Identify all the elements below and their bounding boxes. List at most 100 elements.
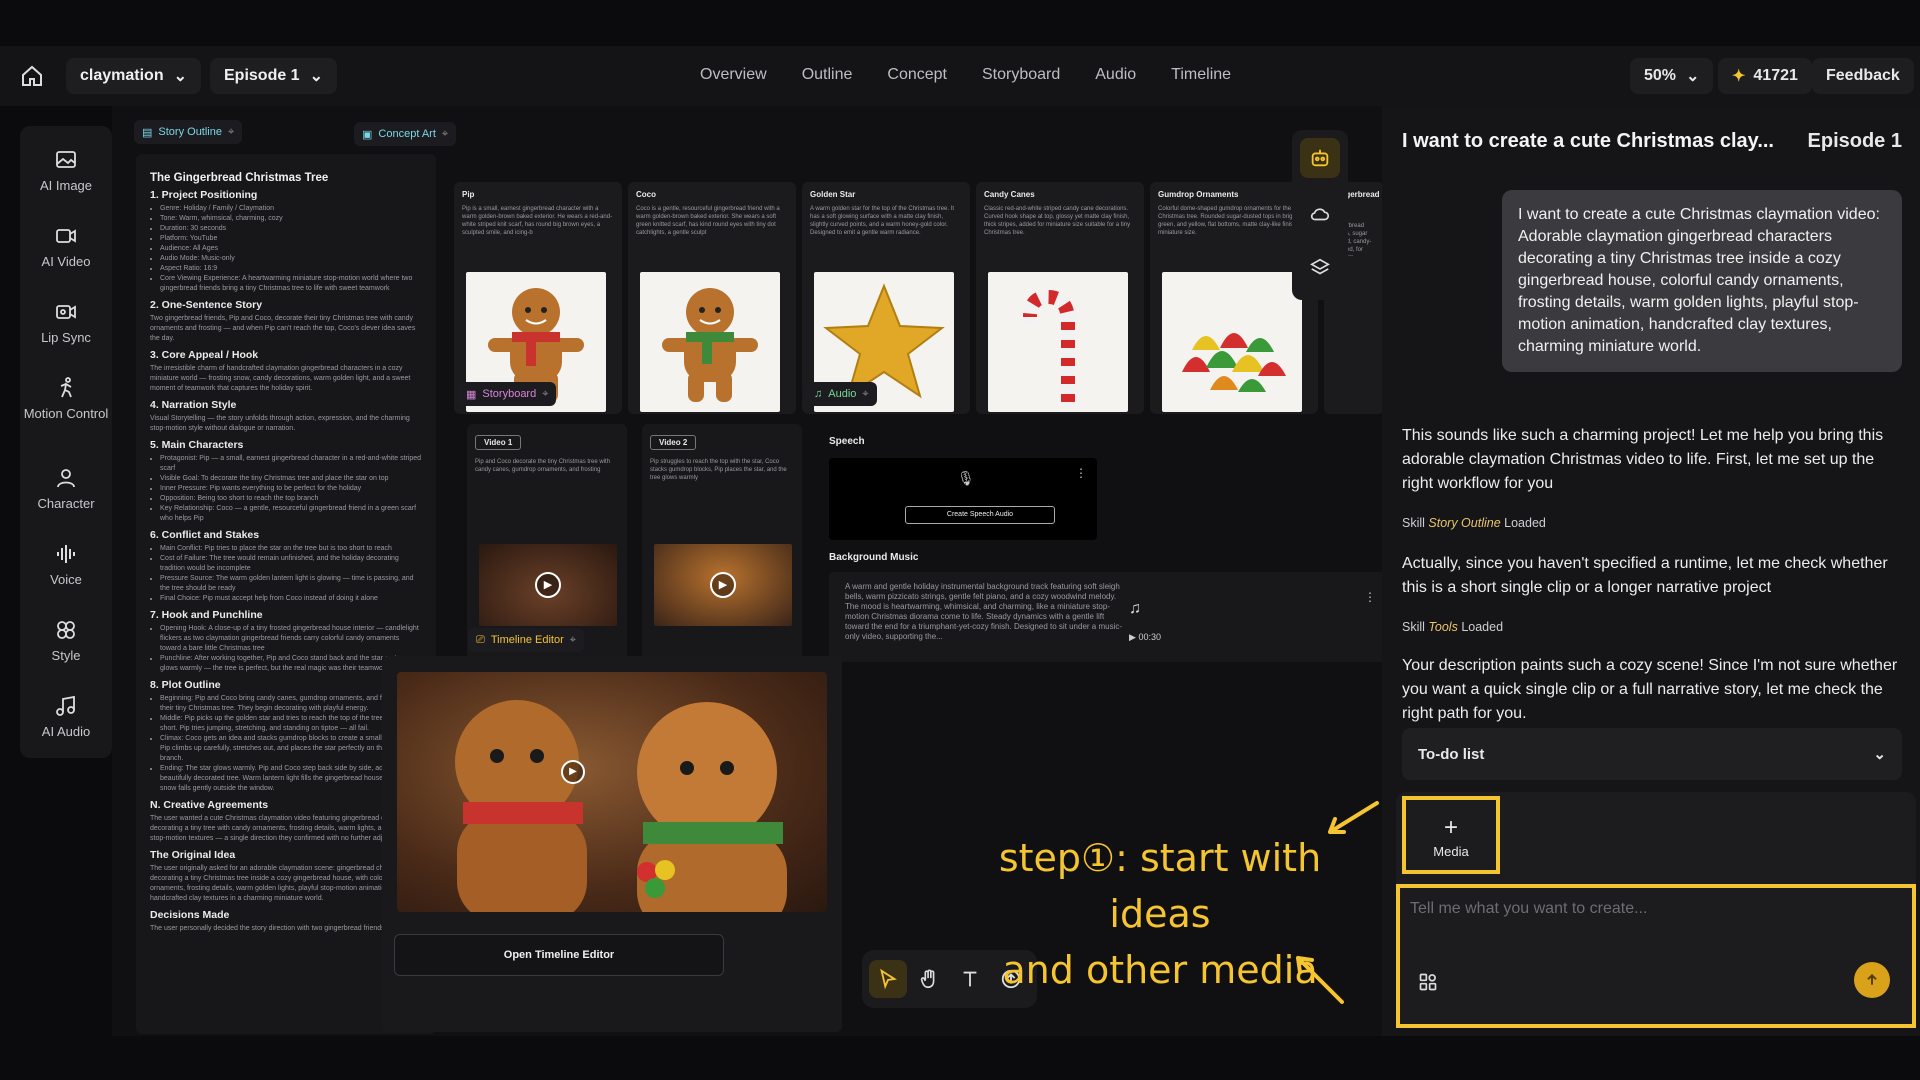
bgm-box[interactable]: A warm and gentle holiday instrumental b…	[829, 572, 1382, 662]
concept-card-golden-star[interactable]: Golden Star A warm golden star for the t…	[802, 182, 970, 414]
tool-voice[interactable]: Voice	[20, 542, 112, 587]
main-nav: Overview Outline Concept Storyboard Audi…	[700, 66, 1231, 84]
skill-name[interactable]: Story Outline	[1428, 516, 1500, 530]
video-desc: Pip and Coco decorate the tiny Christmas…	[475, 459, 611, 473]
concept-art-tag[interactable]: ▣ Concept Art ⌖	[354, 122, 457, 146]
send-button[interactable]	[1854, 962, 1890, 998]
card-desc: A warm golden star for the top of the Ch…	[810, 206, 955, 236]
candy-cane-image	[988, 272, 1128, 412]
assistant-message: This sounds like such a charming project…	[1402, 427, 1884, 492]
video-card-2[interactable]: Video 2 Pip struggles to reach the top w…	[642, 424, 802, 664]
hand-tool[interactable]	[910, 960, 948, 998]
motion-control-icon	[60, 377, 72, 398]
sparkle-icon: ✦	[1732, 68, 1746, 85]
outline-text: Visual Storytelling — the story unfolds …	[150, 415, 410, 432]
concept-card-pip[interactable]: Pip Pip is a small, earnest gingerbread …	[454, 182, 622, 414]
style-icon	[57, 621, 75, 639]
chevron-down-icon: ⌄	[309, 68, 323, 85]
audio-tag[interactable]: ♫ Audio ⌖	[806, 382, 877, 406]
concept-card-candy-canes[interactable]: Candy Canes Classic red-and-white stripe…	[976, 182, 1144, 414]
chevron-down-icon: ⌄	[1686, 68, 1700, 85]
pin-icon[interactable]: ⌖	[542, 388, 548, 401]
mic-icon: 🎙︎	[957, 470, 975, 486]
tool-ai-audio[interactable]: AI Audio	[20, 694, 112, 739]
select-tool[interactable]	[869, 960, 908, 998]
chat-input-area: + Media	[1396, 792, 1916, 1028]
pin-icon[interactable]: ⌖	[862, 388, 868, 401]
story-outline-tag[interactable]: ▤ Story Outline ⌖	[134, 120, 243, 144]
assistant-message: Your description paints such a cozy scen…	[1402, 657, 1898, 722]
hand-icon	[920, 969, 935, 989]
tool-label: Character	[37, 496, 95, 511]
episode-dropdown[interactable]: Episode 1 ⌄	[210, 58, 337, 94]
tool-label: Motion Control	[23, 406, 109, 421]
agent-button[interactable]	[1300, 138, 1340, 178]
more-icon[interactable]: ⋮	[1364, 590, 1376, 604]
nav-storyboard[interactable]: Storyboard	[982, 66, 1060, 84]
project-dropdown[interactable]: claymation ⌄	[66, 58, 201, 94]
pin-icon[interactable]: ⌖	[228, 126, 234, 139]
create-speech-audio-button[interactable]: Create Speech Audio	[905, 506, 1055, 524]
concept-icon: ▣	[362, 128, 373, 141]
skill-status: Skill Story Outline Loaded	[1402, 516, 1546, 530]
feedback-button[interactable]: Feedback	[1812, 58, 1914, 94]
cloud-button[interactable]	[1300, 194, 1340, 234]
tool-label: Style	[51, 648, 81, 663]
music-note-icon: ♫	[1129, 600, 1141, 617]
tool-style[interactable]: Style	[20, 618, 112, 663]
card-desc: Coco is a gentle, resourceful gingerbrea…	[636, 206, 780, 236]
outline-heading: 1. Project Positioning	[150, 189, 258, 201]
skill-suffix: Loaded	[1461, 620, 1504, 634]
play-icon[interactable]: ▶	[535, 572, 561, 598]
card-title: Candy Canes	[984, 190, 1035, 199]
storyboard-tag[interactable]: ▦ Storyboard ⌖	[458, 382, 557, 406]
zoom-dropdown[interactable]: 50% ⌄	[1630, 58, 1714, 94]
skill-suffix: Loaded	[1504, 516, 1546, 530]
tag-label: Concept Art	[378, 128, 436, 140]
credits-count: 41721	[1753, 67, 1798, 84]
canvas-side-toolbar	[1292, 130, 1348, 300]
timeline-editor-tag[interactable]: ⎚ Timeline Editor ⌖	[468, 628, 584, 652]
tool-character[interactable]: Character	[20, 466, 112, 511]
tool-ai-image[interactable]: AI Image	[20, 148, 112, 193]
open-timeline-editor-button[interactable]: Open Timeline Editor	[394, 934, 724, 976]
play-icon[interactable]: ▶	[561, 760, 585, 784]
credits-badge[interactable]: ✦ 41721	[1718, 58, 1812, 94]
speech-label: Speech	[829, 436, 865, 447]
tool-motion-control[interactable]: Motion Control	[20, 376, 112, 421]
tool-ai-video[interactable]: AI Video	[20, 224, 112, 269]
play-icon[interactable]: ▶	[710, 572, 736, 598]
pin-icon[interactable]: ⌖	[442, 128, 448, 141]
layers-button[interactable]	[1300, 248, 1340, 288]
chevron-down-icon: ⌄	[1873, 746, 1886, 763]
nav-concept[interactable]: Concept	[887, 66, 947, 84]
nav-overview[interactable]: Overview	[700, 66, 767, 84]
prompt-input[interactable]	[1410, 900, 1890, 918]
more-icon[interactable]: ⋮	[1075, 466, 1087, 480]
card-desc: Classic red-and-white striped candy cane…	[984, 206, 1131, 236]
bgm-player[interactable]: ▶ 00:30	[1129, 632, 1161, 643]
tag-label: Storyboard	[482, 388, 537, 400]
nav-audio[interactable]: Audio	[1095, 66, 1136, 84]
apps-button[interactable]	[1418, 972, 1438, 997]
concept-card-coco[interactable]: Coco Coco is a gentle, resourceful ginge…	[628, 182, 796, 414]
todo-list-dropdown[interactable]: To-do list ⌄	[1402, 728, 1902, 780]
outline-item: Main Conflict: Pip tries to place the st…	[160, 544, 422, 554]
tool-lip-sync[interactable]: Lip Sync	[20, 300, 112, 345]
home-icon[interactable]	[20, 64, 44, 88]
background-music-section: Background Music A warm and gentle holid…	[829, 552, 1382, 662]
outline-heading: 4. Narration Style	[150, 399, 237, 411]
main-video-card[interactable]: ▶ Open Timeline Editor	[382, 656, 842, 1032]
nav-outline[interactable]: Outline	[802, 66, 853, 84]
media-button[interactable]: + Media	[1402, 796, 1500, 874]
skill-name[interactable]: Tools	[1428, 620, 1457, 634]
speech-box[interactable]: 🎙︎ ⋮ Create Speech Audio	[829, 458, 1097, 540]
nav-timeline[interactable]: Timeline	[1171, 66, 1231, 84]
pin-icon[interactable]: ⌖	[570, 634, 576, 647]
gumdrop-image	[1162, 272, 1302, 412]
cursor-icon	[880, 968, 898, 990]
tag-label: Timeline Editor	[490, 634, 564, 646]
play-icon[interactable]: ▶	[1129, 632, 1136, 642]
ai-video-icon	[56, 229, 76, 243]
apps-icon	[1419, 973, 1437, 991]
